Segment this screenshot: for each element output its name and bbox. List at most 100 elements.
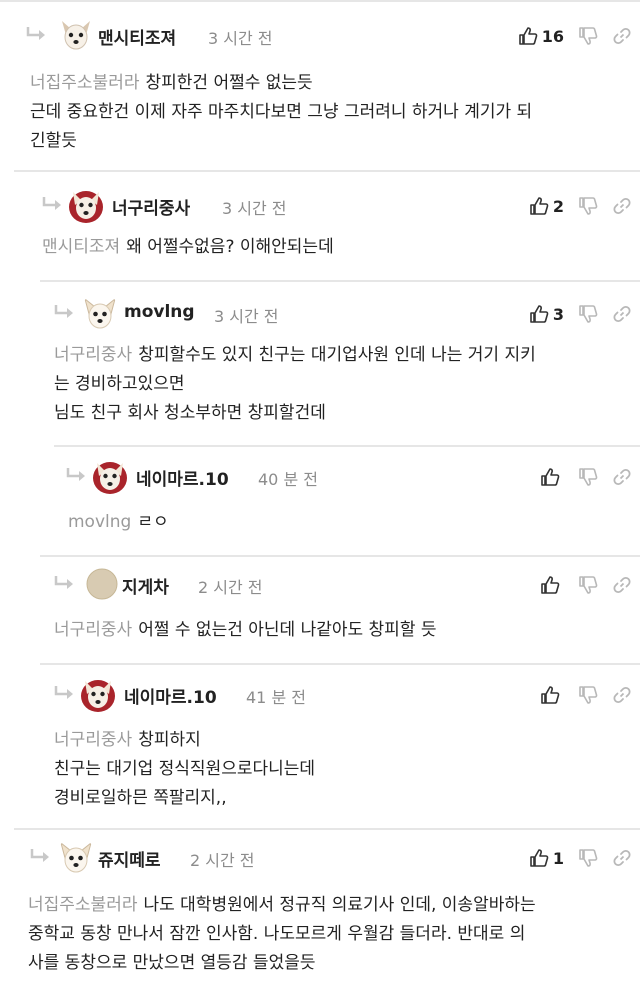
reply-arrow-icon — [24, 25, 48, 45]
like-count: 3 — [552, 304, 564, 324]
share-link-button[interactable] — [612, 304, 632, 324]
comment-text-line: 는 경비하고있으면 — [54, 374, 185, 394]
comment-7: 쥬지떼로 2 시간 전 1 너집주소불러라 나도 대학병원에서 정규직 의료기사 … — [14, 828, 640, 984]
comment-body: 맨시티조져 왜 어쩔수없음? 이해안되는데 — [42, 233, 628, 262]
share-link-button[interactable] — [612, 196, 632, 216]
link-icon — [612, 848, 632, 868]
share-link-button[interactable] — [612, 575, 632, 595]
comment-time: 2 시간 전 — [190, 851, 255, 870]
thumbs-down-icon — [578, 304, 598, 324]
thumbs-down-icon — [578, 26, 598, 46]
comment-body: movlng ㄹㅇ — [68, 508, 628, 537]
comment-text-line: 경비로일하믄 쪽팔리지,, — [54, 788, 227, 808]
link-icon — [612, 196, 632, 216]
comment-6: 네이마르.10 41 분 전 너구리중사 창피하지 친구는 대기업 정식직원으로다… — [40, 663, 640, 829]
reply-arrow-icon — [64, 466, 88, 486]
share-link-button[interactable] — [612, 848, 632, 868]
thumbs-up-icon — [540, 575, 560, 595]
like-button[interactable] — [540, 467, 564, 487]
comment-body: 너구리중사 어쩔 수 없는건 아닌데 나같아도 창피할 듯 — [54, 616, 628, 645]
avatar[interactable] — [90, 456, 130, 496]
mention-tag[interactable]: 너구리중사 — [54, 345, 132, 365]
comment-body: 너구리중사 창피하지 친구는 대기업 정식직원으로다니는데 경비로일하믄 쪽팔리지… — [54, 726, 628, 813]
reply-arrow-icon — [28, 847, 52, 867]
avatar[interactable] — [56, 837, 96, 877]
link-icon — [612, 575, 632, 595]
avatar[interactable] — [80, 293, 120, 333]
share-link-button[interactable] — [612, 467, 632, 487]
comment-1: 맨시티조져 3 시간 전 16 너집주소불러라 창피한건 어쩔수 없는듯 근데 중… — [0, 0, 640, 171]
mention-tag[interactable]: 너구리중사 — [54, 730, 132, 750]
dislike-button[interactable] — [578, 467, 598, 487]
thumbs-down-icon — [578, 575, 598, 595]
mention-tag[interactable]: 너집주소불러라 — [30, 73, 139, 93]
comment-nickname[interactable]: 네이마르.10 — [136, 465, 229, 490]
share-link-button[interactable] — [612, 685, 632, 705]
reply-arrow-icon — [52, 574, 76, 594]
like-button[interactable]: 2 — [529, 196, 564, 216]
comment-text-line: 긴할듯 — [30, 131, 77, 151]
comment-nickname[interactable]: 지게차 — [122, 573, 169, 598]
comment-4: 네이마르.10 40 분 전 movlng ㄹㅇ — [54, 445, 640, 556]
comment-nickname[interactable]: movlng — [124, 302, 195, 322]
comment-time: 3 시간 전 — [208, 29, 273, 48]
thumbs-up-icon — [529, 304, 549, 324]
dislike-button[interactable] — [578, 196, 598, 216]
link-icon — [612, 685, 632, 705]
comment-text-line: 창피할수도 있지 친구는 대기업사원 인데 나는 거기 지키 — [138, 345, 536, 365]
comment-nickname[interactable]: 쥬지떼로 — [98, 846, 161, 871]
dislike-button[interactable] — [578, 685, 598, 705]
thumbs-up-icon — [540, 685, 560, 705]
comment-text-line: 친구는 대기업 정식직원으로다니는데 — [54, 759, 316, 779]
reply-arrow-icon — [40, 195, 64, 215]
comment-text-line: 중학교 동창 만나서 잠깐 인사함. 나도모르게 우월감 들더라. 반대로 의 — [28, 924, 526, 944]
dislike-button[interactable] — [578, 26, 598, 46]
dislike-button[interactable] — [578, 848, 598, 868]
avatar[interactable] — [56, 15, 96, 55]
thumbs-down-icon — [578, 848, 598, 868]
reply-arrow-icon — [52, 684, 76, 704]
comment-text-line: 창피한건 어쩔수 없는듯 — [145, 73, 313, 93]
thumbs-down-icon — [578, 467, 598, 487]
avatar[interactable] — [82, 564, 122, 604]
comment-body: 너집주소불러라 창피한건 어쩔수 없는듯 근데 중요한건 이제 자주 마주치다보면… — [30, 69, 628, 156]
dislike-button[interactable] — [578, 304, 598, 324]
link-icon — [612, 26, 632, 46]
mention-tag[interactable]: movlng — [68, 512, 131, 532]
link-icon — [612, 467, 632, 487]
mention-tag[interactable]: 맨시티조져 — [42, 237, 120, 257]
comment-text-line: 사를 동창으로 만났으면 열등감 들었을듯 — [28, 953, 316, 973]
like-button[interactable]: 1 — [529, 848, 564, 868]
comment-3: movlng 3 시간 전 3 너구리중사 창피할수도 있지 친구는 대기업사원 … — [40, 280, 640, 446]
avatar[interactable] — [78, 674, 118, 714]
comment-text-line: 어쩔 수 없는건 아닌데 나같아도 창피할 듯 — [138, 620, 437, 640]
like-button[interactable]: 16 — [518, 26, 564, 46]
thumbs-up-icon — [529, 196, 549, 216]
comment-text-line: 창피하지 — [138, 730, 201, 750]
like-button[interactable]: 3 — [529, 304, 564, 324]
thumbs-up-icon — [518, 26, 538, 46]
like-button[interactable] — [540, 685, 564, 705]
comment-text-line: 근데 중요한건 이제 자주 마주치다보면 그냥 그러려니 하거나 계기가 되 — [30, 102, 533, 122]
comment-time: 3 시간 전 — [214, 307, 279, 326]
share-link-button[interactable] — [612, 26, 632, 46]
mention-tag[interactable]: 너집주소불러라 — [28, 895, 137, 915]
comment-time: 2 시간 전 — [198, 578, 263, 597]
comment-text-line: ㄹㅇ — [137, 512, 169, 532]
link-icon — [612, 304, 632, 324]
comment-nickname[interactable]: 네이마르.10 — [124, 683, 217, 708]
like-count: 16 — [541, 26, 564, 46]
comment-nickname[interactable]: 맨시티조져 — [98, 24, 176, 49]
like-button[interactable] — [540, 575, 564, 595]
comment-time: 3 시간 전 — [222, 199, 287, 218]
comment-nickname[interactable]: 너구리중사 — [112, 194, 190, 219]
comment-time: 41 분 전 — [246, 688, 306, 707]
thumbs-down-icon — [578, 196, 598, 216]
comment-body: 너구리중사 창피할수도 있지 친구는 대기업사원 인데 나는 거기 지키 는 경비… — [54, 341, 628, 428]
thumbs-up-icon — [540, 467, 560, 487]
comment-time: 40 분 전 — [258, 470, 318, 489]
thumbs-down-icon — [578, 685, 598, 705]
mention-tag[interactable]: 너구리중사 — [54, 620, 132, 640]
avatar[interactable] — [66, 185, 106, 225]
dislike-button[interactable] — [578, 575, 598, 595]
